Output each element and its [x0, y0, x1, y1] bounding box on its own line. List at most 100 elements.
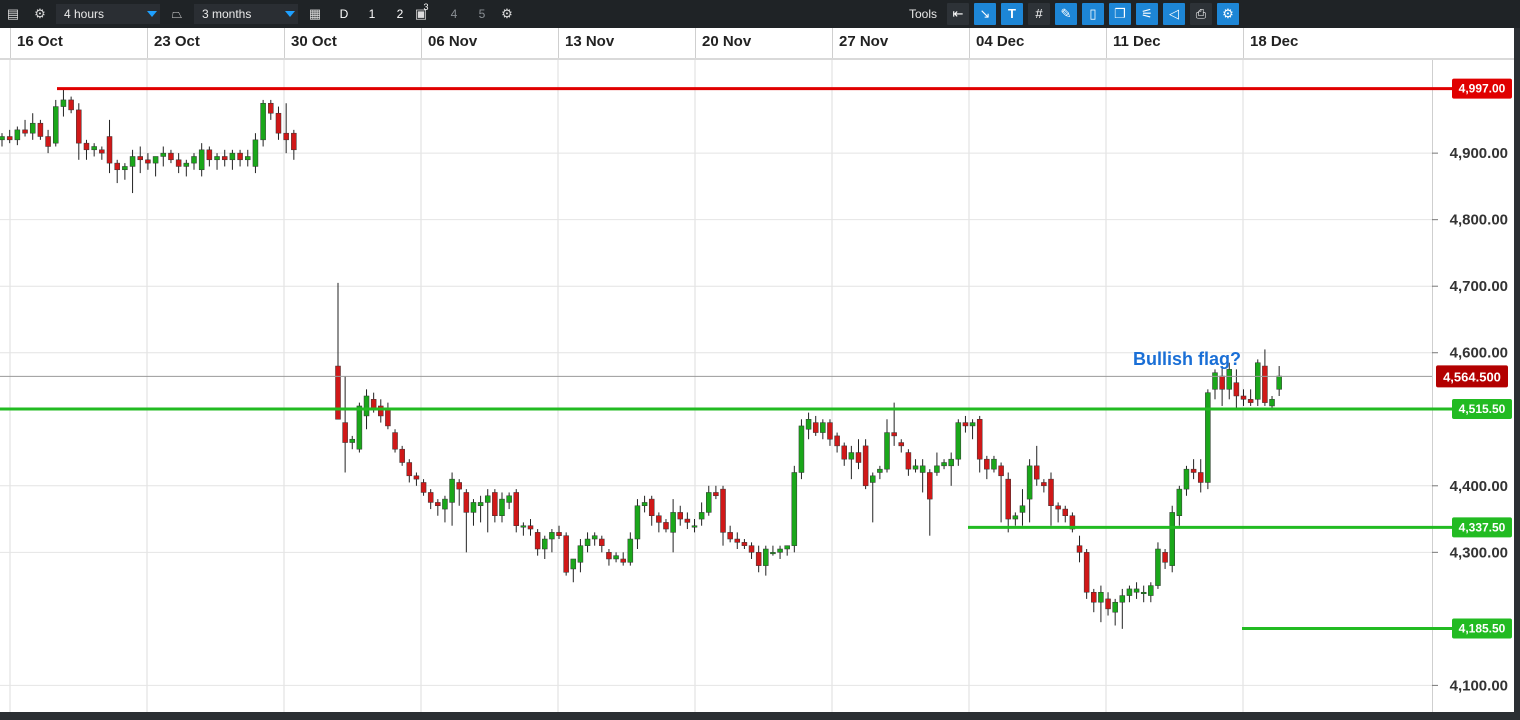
candle-body — [168, 152, 174, 161]
candles — [0, 89, 1282, 629]
candle-body — [556, 532, 562, 536]
candle-body — [506, 495, 512, 503]
date-axis: 16 Oct 23 Oct 30 Oct 06 Nov 13 Nov 20 No… — [0, 28, 1514, 60]
candle-body — [463, 492, 470, 513]
candle-body — [763, 548, 769, 566]
candle-body — [641, 502, 648, 507]
candle-body — [1098, 591, 1104, 603]
candle-body — [363, 395, 370, 417]
price-chart[interactable]: 4,997.00 4,515.50 4,337.50 4,185.50 4,900.0… — [0, 60, 1514, 712]
candle-body — [955, 422, 962, 460]
period-button-d[interactable]: D — [336, 0, 352, 28]
candle-body — [1269, 399, 1275, 407]
candle-body — [1140, 591, 1147, 594]
range-value: 3 months — [202, 7, 252, 21]
candle-body — [484, 495, 491, 503]
candle-body — [912, 465, 919, 470]
candle-icon[interactable]: ▯ — [1082, 3, 1104, 25]
candle-body — [741, 542, 748, 546]
candle-body — [392, 432, 398, 450]
candle-body — [45, 136, 51, 147]
candle-body — [927, 472, 933, 500]
candle-body — [1183, 468, 1190, 490]
candle-body — [841, 445, 847, 460]
candle-body — [919, 465, 926, 473]
candle-body — [877, 468, 883, 473]
candle-body — [1019, 505, 1026, 513]
candle-body — [1262, 365, 1268, 403]
back-arrow-icon[interactable]: ⇤ — [947, 3, 969, 25]
candle-body — [634, 505, 641, 540]
period-button-1[interactable]: 1 — [364, 0, 380, 28]
y-tick-label: 4,600.00 — [1450, 345, 1508, 362]
candle-body — [214, 156, 220, 161]
candle-body — [427, 492, 434, 503]
candle-body — [891, 432, 897, 437]
candle-body — [748, 545, 755, 553]
fork-icon[interactable]: ⚟ — [1136, 3, 1158, 25]
candle-body — [6, 136, 13, 141]
candle-body — [1240, 395, 1247, 400]
candle-body — [60, 99, 67, 107]
interval-dropdown-icon[interactable] — [147, 11, 157, 17]
candle-body — [406, 462, 413, 477]
gear-icon[interactable]: ⚙ — [31, 5, 49, 23]
window-icon[interactable]: ❐ — [1109, 3, 1131, 25]
candle-body — [1033, 465, 1040, 480]
candle-body — [663, 522, 669, 530]
candle-body — [520, 525, 527, 528]
candle-body — [563, 535, 569, 573]
calendar-icon[interactable]: ▦ — [306, 5, 324, 23]
date-label: 06 Nov — [421, 28, 558, 58]
draw-icon[interactable]: ✎ — [1055, 3, 1077, 25]
candle-body — [1091, 591, 1097, 603]
candle-body — [948, 458, 954, 467]
candle-body — [1219, 375, 1225, 390]
candle-body — [1012, 515, 1019, 520]
period-button-2[interactable]: 2 — [392, 0, 408, 28]
candle-body — [37, 122, 44, 137]
price-axis: 4,900.00 4,800.00 4,700.00 4,600.00 4,400.00… — [1432, 145, 1508, 694]
candle-body — [83, 142, 90, 151]
hline-label: 4,337.50 — [1459, 520, 1506, 534]
period-button-5[interactable]: 5 — [474, 0, 490, 28]
gear-icon[interactable]: ⚙ — [498, 5, 516, 23]
candle-body — [122, 166, 128, 171]
candle-body — [477, 502, 484, 507]
settings-icon[interactable]: ⚙ — [1217, 3, 1239, 25]
interval-select[interactable]: 4 hours — [56, 4, 160, 24]
period-button-3[interactable]: 3 — [418, 0, 434, 21]
range-select[interactable]: 3 months — [194, 4, 298, 24]
candle-body — [1276, 375, 1282, 390]
candle-body — [435, 502, 441, 507]
list-icon[interactable]: ▤ — [4, 5, 22, 23]
candle-body — [245, 156, 251, 161]
candle-body — [1119, 595, 1126, 603]
trendline-icon[interactable]: ↘ — [974, 3, 996, 25]
candle-body — [727, 532, 733, 540]
grid-icon[interactable]: # — [1028, 3, 1050, 25]
candle-body — [1076, 545, 1083, 553]
candle-body — [934, 465, 940, 473]
candle-body — [606, 552, 612, 560]
candle-body — [591, 535, 598, 540]
candle-body — [1112, 601, 1118, 613]
candle-body — [492, 492, 498, 516]
candle-body — [1133, 588, 1140, 593]
candle-body — [335, 365, 341, 420]
candle-body — [1026, 465, 1033, 500]
candle-body — [1126, 588, 1133, 596]
range-dropdown-icon[interactable] — [285, 11, 295, 17]
candle-body — [268, 102, 274, 114]
candle-body — [1212, 372, 1218, 390]
print-icon[interactable]: ⎙ — [1190, 3, 1212, 25]
shape-icon[interactable]: ◁ — [1163, 3, 1185, 25]
hline-label: 4,997.00 — [1459, 82, 1506, 96]
y-tick-label: 4,800.00 — [1450, 212, 1508, 229]
text-icon[interactable]: T — [1001, 3, 1023, 25]
period-button-4[interactable]: 4 — [446, 0, 462, 28]
candle-body — [848, 452, 855, 460]
lock-icon[interactable]: ⏢ — [168, 5, 186, 23]
candle-body — [798, 425, 805, 473]
current-price-label: 4,564.500 — [1443, 369, 1501, 384]
